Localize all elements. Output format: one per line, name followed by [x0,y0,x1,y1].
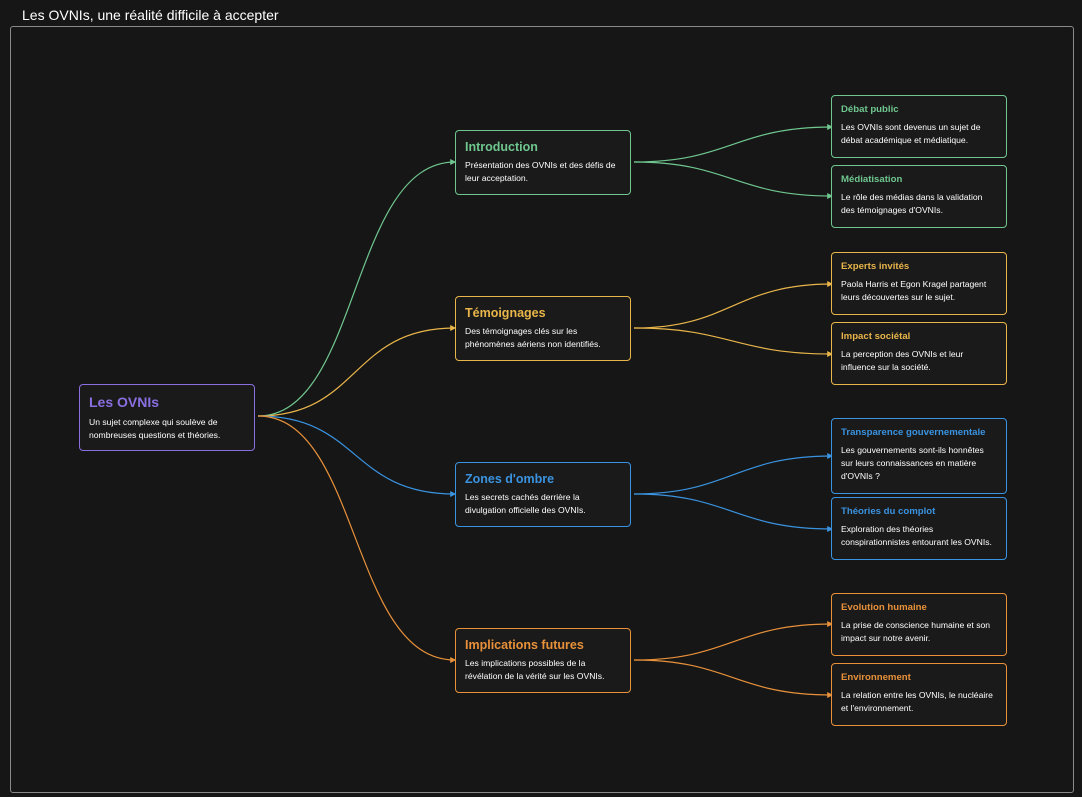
leaf-desc: Les OVNIs sont devenus un sujet de débat… [841,122,981,145]
leaf-evolution-humaine[interactable]: Evolution humaine La prise de conscience… [831,593,1007,656]
leaf-desc: La prise de conscience humaine et son im… [841,620,991,643]
link-zones-transparence [633,453,834,495]
leaf-environnement[interactable]: Environnement La relation entre les OVNI… [831,663,1007,726]
link-root-temoignages [257,325,457,417]
link-introduction-mediatisation [633,161,834,199]
leaf-desc: Les gouvernements sont-ils honnêtes sur … [841,445,984,481]
leaf-debat-public[interactable]: Débat public Les OVNIs sont devenus un s… [831,95,1007,158]
leaf-title: Evolution humaine [841,602,927,613]
root-desc: Un sujet complexe qui soulève de nombreu… [89,417,221,440]
link-root-zones [257,415,457,497]
link-temoignages-experts [633,281,834,329]
link-implications-evolution [633,621,834,661]
branch-implications-futures[interactable]: Implications futures Les implications po… [455,628,631,693]
leaf-title: Médiatisation [841,174,903,185]
branch-title: Témoignages [465,306,546,320]
leaf-theories-du-complot[interactable]: Théories du complot Exploration des théo… [831,497,1007,560]
leaf-title: Débat public [841,104,899,115]
branch-introduction[interactable]: Introduction Présentation des OVNIs et d… [455,130,631,195]
leaf-desc: Exploration des théories conspirationnis… [841,524,992,547]
leaf-transparence-gouvernementale[interactable]: Transparence gouvernementale Les gouvern… [831,418,1007,494]
leaf-title: Experts invités [841,261,910,272]
link-root-introduction [257,159,457,417]
branch-desc: Les implications possibles de la révélat… [465,658,605,681]
branch-desc: Les secrets cachés derrière la divulgati… [465,492,586,515]
leaf-desc: Paola Harris et Egon Kragel partagent le… [841,279,987,302]
link-zones-complot [633,493,834,532]
link-implications-environnement [633,659,834,698]
leaf-title: Impact sociétal [841,331,911,342]
leaf-desc: La perception des OVNIs et leur influenc… [841,349,964,372]
branch-desc: Des témoignages clés sur les phénomènes … [465,326,601,349]
branch-desc: Présentation des OVNIs et des défis de l… [465,160,616,183]
leaf-title: Environnement [841,672,911,683]
branch-title: Zones d'ombre [465,472,555,486]
leaf-title: Transparence gouvernementale [841,427,986,438]
branch-temoignages[interactable]: Témoignages Des témoignages clés sur les… [455,296,631,361]
leaf-desc: La relation entre les OVNIs, le nucléair… [841,690,993,713]
link-root-implications [257,415,457,663]
leaf-desc: Le rôle des médias dans la validation de… [841,192,983,215]
link-temoignages-impact [633,327,834,357]
branch-title: Introduction [465,140,538,154]
leaf-mediatisation[interactable]: Médiatisation Le rôle des médias dans la… [831,165,1007,228]
leaf-impact-societal[interactable]: Impact sociétal La perception des OVNIs … [831,322,1007,385]
leaf-title: Théories du complot [841,506,936,517]
branch-title: Implications futures [465,638,584,652]
link-introduction-debat [633,124,834,163]
root-node[interactable]: Les OVNIs Un sujet complexe qui soulève … [79,384,255,451]
root-title: Les OVNIs [89,394,160,410]
leaf-experts-invites[interactable]: Experts invités Paola Harris et Egon Kra… [831,252,1007,315]
branch-zones-d-ombre[interactable]: Zones d'ombre Les secrets cachés derrièr… [455,462,631,527]
